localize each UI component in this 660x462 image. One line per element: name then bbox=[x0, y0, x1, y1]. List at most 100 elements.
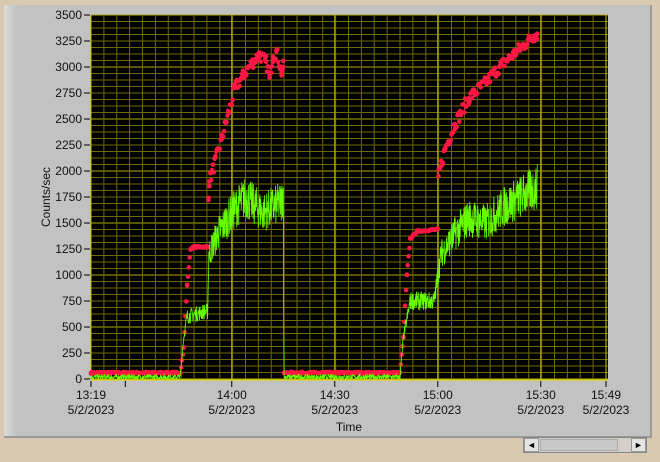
series-red-point bbox=[513, 52, 519, 58]
series-red-point bbox=[210, 162, 216, 167]
series-red-point bbox=[436, 173, 441, 179]
series-red-point bbox=[483, 80, 489, 85]
y-tick-label: 2000 bbox=[55, 164, 82, 178]
series-red-point bbox=[224, 119, 229, 125]
series-red-point bbox=[269, 64, 275, 69]
y-tick-label: 1500 bbox=[55, 216, 82, 230]
x-tick-date: 5/2/2023 bbox=[68, 403, 115, 417]
series-red-point bbox=[221, 128, 227, 134]
series-red-point bbox=[448, 137, 453, 143]
series-red-point bbox=[406, 253, 411, 259]
series-red-point bbox=[474, 91, 480, 96]
series-red-point bbox=[435, 226, 441, 232]
y-tick-label: 0 bbox=[75, 372, 82, 386]
x-tick-date: 5/2/2023 bbox=[414, 403, 461, 417]
series-red-point bbox=[487, 79, 493, 85]
time-scrollbar[interactable]: ◄ ► bbox=[523, 437, 647, 453]
series-red-point bbox=[440, 160, 446, 166]
x-tick-time: 14:30 bbox=[320, 388, 350, 402]
series-red-point bbox=[206, 197, 211, 203]
y-tick-label: 3500 bbox=[55, 8, 82, 22]
series-red-point bbox=[258, 59, 264, 64]
series-red-point bbox=[514, 49, 520, 54]
scroll-right-button[interactable]: ► bbox=[631, 438, 646, 452]
y-tick-label: 1250 bbox=[55, 242, 82, 256]
series-red-point bbox=[237, 83, 242, 89]
x-tick-time: 15:49 bbox=[591, 388, 621, 402]
series-red-point bbox=[274, 49, 279, 54]
series-red-point bbox=[184, 283, 190, 288]
series-red-point bbox=[207, 179, 212, 184]
series-red-point bbox=[186, 265, 192, 270]
series-red-point bbox=[270, 54, 276, 59]
series-red-point bbox=[267, 75, 272, 80]
x-tick-date: 5/2/2023 bbox=[208, 403, 255, 417]
series-red-point bbox=[502, 63, 508, 69]
series-red-point bbox=[407, 245, 412, 251]
x-tick-time: 15:30 bbox=[526, 388, 556, 402]
series-red-point bbox=[244, 72, 249, 78]
y-tick-label: 1750 bbox=[55, 190, 82, 204]
series-red-point bbox=[414, 229, 420, 234]
x-axis-label: Time bbox=[336, 420, 363, 434]
series-red-point bbox=[213, 153, 218, 159]
y-tick-label: 2500 bbox=[55, 112, 82, 126]
series-red-point bbox=[535, 36, 540, 42]
series-red-point bbox=[403, 287, 409, 293]
series-red-point bbox=[442, 147, 447, 153]
series-red-point bbox=[263, 53, 269, 59]
series-red-point bbox=[226, 110, 232, 115]
y-tick-label: 3250 bbox=[55, 34, 82, 48]
series-red-point bbox=[263, 59, 269, 65]
series-red-point bbox=[246, 64, 252, 70]
series-red-point bbox=[268, 70, 274, 76]
series-red-point bbox=[219, 137, 224, 143]
series-red-point bbox=[402, 303, 408, 308]
series-red-point bbox=[408, 236, 413, 241]
series-red-point bbox=[452, 121, 458, 127]
series-red-point bbox=[280, 64, 286, 70]
y-tick-label: 500 bbox=[62, 320, 82, 334]
y-tick-label: 3000 bbox=[55, 60, 82, 74]
series-red-point bbox=[230, 97, 235, 103]
series-red-point bbox=[256, 52, 262, 57]
y-tick-label: 1000 bbox=[55, 268, 82, 282]
x-tick-date: 5/2/2023 bbox=[583, 403, 630, 417]
x-tick-time: 14:00 bbox=[217, 388, 247, 402]
scroll-thumb[interactable] bbox=[540, 439, 618, 451]
series-red-point bbox=[462, 110, 467, 115]
scroll-left-button[interactable]: ◄ bbox=[524, 438, 539, 452]
series-red-point bbox=[466, 95, 471, 101]
series-red-point bbox=[229, 102, 235, 107]
series-red-point bbox=[478, 84, 483, 90]
series-red-point bbox=[191, 244, 197, 250]
series-red-point bbox=[207, 183, 212, 189]
series-red-point bbox=[496, 71, 502, 77]
series-red-point bbox=[232, 85, 238, 91]
series-red-point bbox=[492, 65, 498, 71]
series-red-point bbox=[217, 146, 223, 152]
series-red-point bbox=[456, 119, 462, 125]
series-red-point bbox=[280, 58, 286, 64]
y-tick-label: 250 bbox=[62, 346, 82, 360]
y-tick-label: 750 bbox=[62, 294, 82, 308]
series-red-point bbox=[181, 345, 186, 351]
y-tick-label: 2750 bbox=[55, 86, 82, 100]
series-red-point bbox=[279, 69, 284, 75]
x-tick-time: 15:00 bbox=[423, 388, 453, 402]
x-tick-date: 5/2/2023 bbox=[517, 403, 564, 417]
series-red-point bbox=[497, 64, 502, 70]
series-red-point bbox=[187, 255, 193, 260]
series-red-point bbox=[88, 370, 94, 376]
y-axis-label: Counts/sec bbox=[39, 167, 53, 227]
series-red-point bbox=[524, 41, 530, 47]
x-tick-time: 13:19 bbox=[76, 388, 106, 402]
series-red-point bbox=[275, 59, 281, 65]
series-red-point bbox=[211, 170, 217, 175]
series-red-point bbox=[250, 65, 256, 71]
series-red-point bbox=[535, 31, 540, 37]
y-tick-label: 2250 bbox=[55, 138, 82, 152]
waveform-chart: 0 250 500 750 1000 1250 1500 1750 2000 2250 2500 27… bbox=[39, 8, 630, 434]
series-red-point bbox=[185, 274, 191, 280]
series-red-point bbox=[404, 272, 410, 278]
